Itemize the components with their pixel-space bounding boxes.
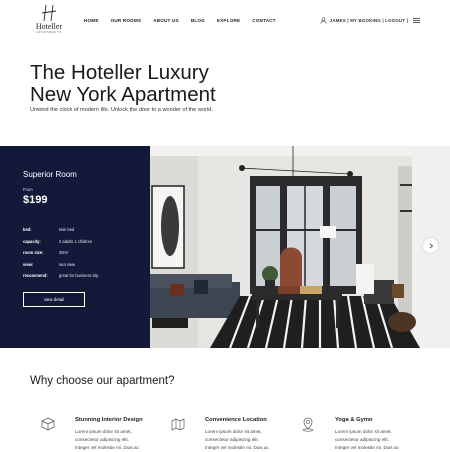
room-photo: [150, 146, 450, 348]
hero-title-line-2: New York Apartment: [30, 83, 216, 106]
feature-text: Integer vel molestie mi. Duis ac: [335, 445, 399, 450]
spec-row: capacity: 2 adults 1 children: [23, 236, 143, 248]
spec-row: room size: 30m²: [23, 247, 143, 259]
feature-text: Lorem ipsum dolor sit amet,: [75, 429, 132, 434]
feature-text: Integer vel molestie mi. Duis ac: [75, 445, 139, 450]
user-menu: JAMES | MY BOOKING | LOGOUT |: [320, 17, 408, 24]
spec-key: bed:: [23, 227, 32, 233]
spec-key: view:: [23, 261, 34, 267]
nav-contact[interactable]: CONTACT: [252, 18, 276, 23]
feature-text: consectetur adipiscing elit.: [205, 437, 259, 442]
feature-text: Lorem ipsum dolor sit amet,: [335, 429, 392, 434]
feature-text: consectetur adipiscing elit.: [75, 437, 129, 442]
logo-tagline: APARTMENTS: [36, 31, 62, 34]
spec-value: twin bed: [59, 227, 75, 233]
feature-title: Yoga & Gymn: [335, 417, 373, 423]
spec-row: view: sea view: [23, 259, 143, 271]
feature-title: Stunning Interior Design: [75, 417, 143, 423]
spec-row: recommend: great for business trip: [23, 270, 143, 282]
carousel-next-button[interactable]: [423, 238, 438, 253]
spec-value: great for business trip: [59, 273, 99, 279]
featured-room-section: Superior Room From $199 bed: twin bed ca…: [0, 146, 450, 348]
logo[interactable]: Hoteller APARTMENTS: [32, 4, 66, 38]
user-icon: [320, 17, 327, 24]
user-links[interactable]: JAMES | MY BOOKING | LOGOUT |: [330, 18, 408, 23]
feature-text: consectetur adipiscing elit.: [335, 437, 389, 442]
main-nav: HOME OUR ROOMS ABOUT US BLOG EXPLORE CON…: [84, 18, 288, 23]
spec-key: capacity:: [23, 238, 41, 244]
nav-our-rooms[interactable]: OUR ROOMS: [111, 18, 142, 23]
price-from-label: From: [23, 187, 33, 192]
view-detail-button[interactable]: view detail: [23, 292, 85, 307]
nav-blog[interactable]: BLOG: [191, 18, 205, 23]
nav-about-us[interactable]: ABOUT US: [153, 18, 179, 23]
location-pin-icon: [302, 417, 314, 432]
room-photo-illustration: [150, 146, 450, 348]
feature-text: Integer vel molestie mi. Duis ac: [205, 445, 269, 450]
hamburger-menu-icon[interactable]: [413, 18, 420, 23]
spec-key: recommend:: [23, 273, 48, 279]
feature-text: Lorem ipsum dolor sit amet,: [205, 429, 262, 434]
room-info-panel: Superior Room From $199 bed: twin bed ca…: [0, 146, 150, 348]
cube-icon: [41, 417, 55, 431]
site-header: Hoteller APARTMENTS HOME OUR ROOMS ABOUT…: [0, 0, 450, 42]
hero-subtitle: Unwind the clock of modern life. Unlock …: [30, 107, 213, 113]
hero-title: The Hoteller Luxury New York Apartment: [30, 62, 410, 106]
chevron-right-icon: [429, 243, 433, 248]
feature-list: Stunning Interior Design Lorem ipsum dol…: [0, 412, 450, 452]
logo-name: Hoteller: [35, 22, 63, 31]
room-price: $199: [23, 194, 48, 206]
map-icon: [171, 418, 185, 431]
section-title: Why choose our apartment?: [30, 375, 175, 387]
spec-key: room size:: [23, 250, 44, 256]
spec-value: 30m²: [59, 250, 69, 256]
spec-value: sea view: [59, 261, 75, 267]
spec-row: bed: twin bed: [23, 224, 143, 236]
nav-explore[interactable]: EXPLORE: [217, 18, 240, 23]
room-specs: bed: twin bed capacity: 2 adults 1 child…: [23, 224, 143, 282]
logo-mark-icon: [41, 4, 57, 22]
hero-title-line-1: The Hoteller Luxury: [30, 61, 209, 84]
spec-value: 2 adults 1 children: [59, 238, 93, 244]
feature-title: Convenience Location: [205, 417, 267, 423]
nav-home[interactable]: HOME: [84, 18, 99, 23]
room-name: Superior Room: [23, 170, 77, 179]
